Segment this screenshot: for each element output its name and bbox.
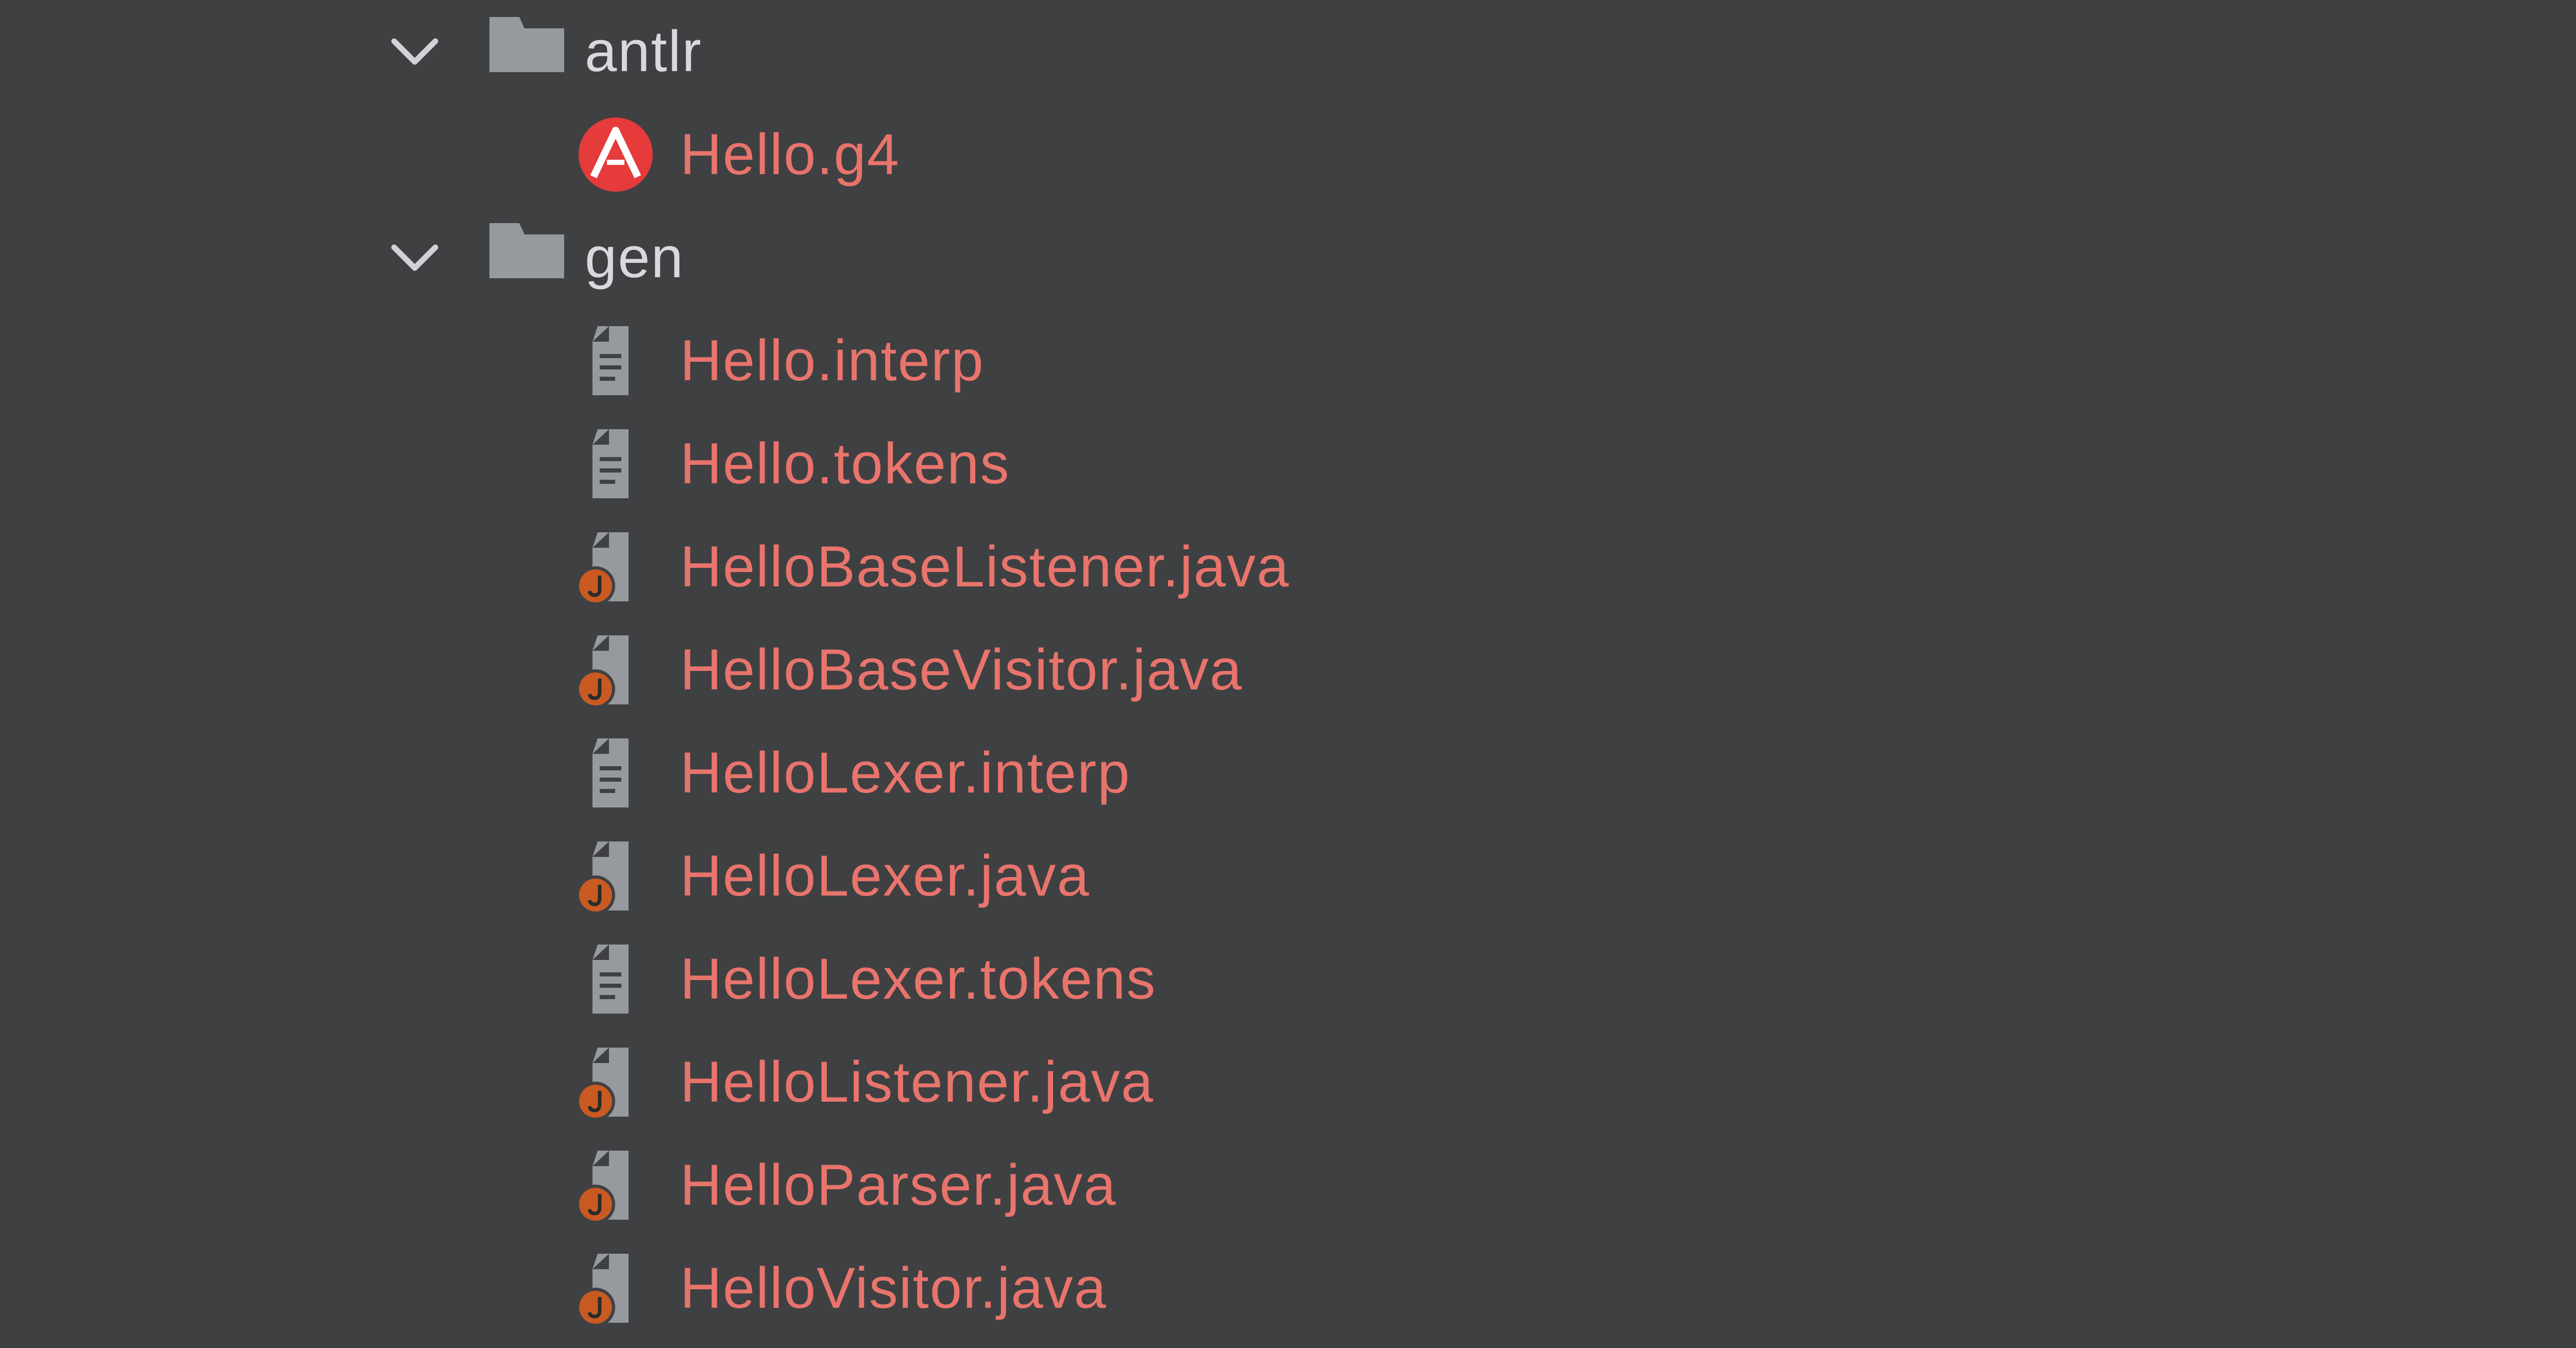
- tree-file-item[interactable]: HelloBaseListener.java: [0, 515, 2576, 618]
- text-file-icon: [592, 326, 629, 395]
- java-file-icon: [577, 1254, 629, 1327]
- tree-file-label: HelloLexer.tokens: [680, 947, 1157, 1011]
- tree-folder-antlr[interactable]: antlr: [0, 0, 2576, 103]
- tree-file-item[interactable]: Hello.tokens: [0, 412, 2576, 515]
- tree-file-item[interactable]: HelloVisitor.java: [0, 1237, 2576, 1340]
- tree-file-label: HelloListener.java: [680, 1050, 1155, 1114]
- tree-file-label: Hello.interp: [680, 328, 985, 393]
- java-file-icon: [577, 1151, 629, 1224]
- tree-file-item[interactable]: HelloLexer.java: [0, 824, 2576, 928]
- tree-file-item[interactable]: HelloLexer.tokens: [0, 928, 2576, 1031]
- antlr-icon: [579, 117, 653, 192]
- tree-file-label: HelloBaseListener.java: [680, 534, 1290, 599]
- tree-file-label: HelloParser.java: [680, 1153, 1117, 1217]
- text-file-icon: [592, 738, 629, 807]
- java-file-icon: [577, 841, 629, 915]
- chevron-down-icon[interactable]: [381, 229, 448, 286]
- java-file-icon: [577, 1048, 629, 1121]
- tree-file-item[interactable]: HelloLexer.interp: [0, 721, 2576, 824]
- tree-file-item[interactable]: HelloBaseVisitor.java: [0, 618, 2576, 721]
- tree-file-label: HelloBaseVisitor.java: [680, 637, 1243, 702]
- tree-file-item[interactable]: Hello.interp: [0, 309, 2576, 412]
- tree-folder-label: antlr: [585, 19, 702, 83]
- chevron-down-icon[interactable]: [381, 23, 448, 80]
- project-tree: antlr Hello.g4 gen Hello.interp Hello.to…: [0, 0, 2576, 1348]
- tree-file-item[interactable]: Hello.g4: [0, 103, 2576, 206]
- text-file-icon: [592, 429, 629, 498]
- tree-file-label: HelloVisitor.java: [680, 1256, 1107, 1320]
- tree-folder-label: gen: [585, 225, 684, 290]
- tree-file-label: HelloLexer.java: [680, 844, 1090, 908]
- tree-file-item[interactable]: HelloParser.java: [0, 1134, 2576, 1237]
- tree-file-label: HelloLexer.interp: [680, 740, 1131, 805]
- tree-file-label: Hello.g4: [680, 122, 900, 187]
- folder-icon: [489, 17, 564, 72]
- folder-icon: [489, 223, 564, 278]
- java-file-icon: [577, 635, 629, 709]
- tree-folder-gen[interactable]: gen: [0, 206, 2576, 309]
- java-file-icon: [577, 532, 629, 605]
- tree-file-label: Hello.tokens: [680, 431, 1010, 496]
- text-file-icon: [592, 945, 629, 1014]
- tree-file-item[interactable]: HelloListener.java: [0, 1031, 2576, 1134]
